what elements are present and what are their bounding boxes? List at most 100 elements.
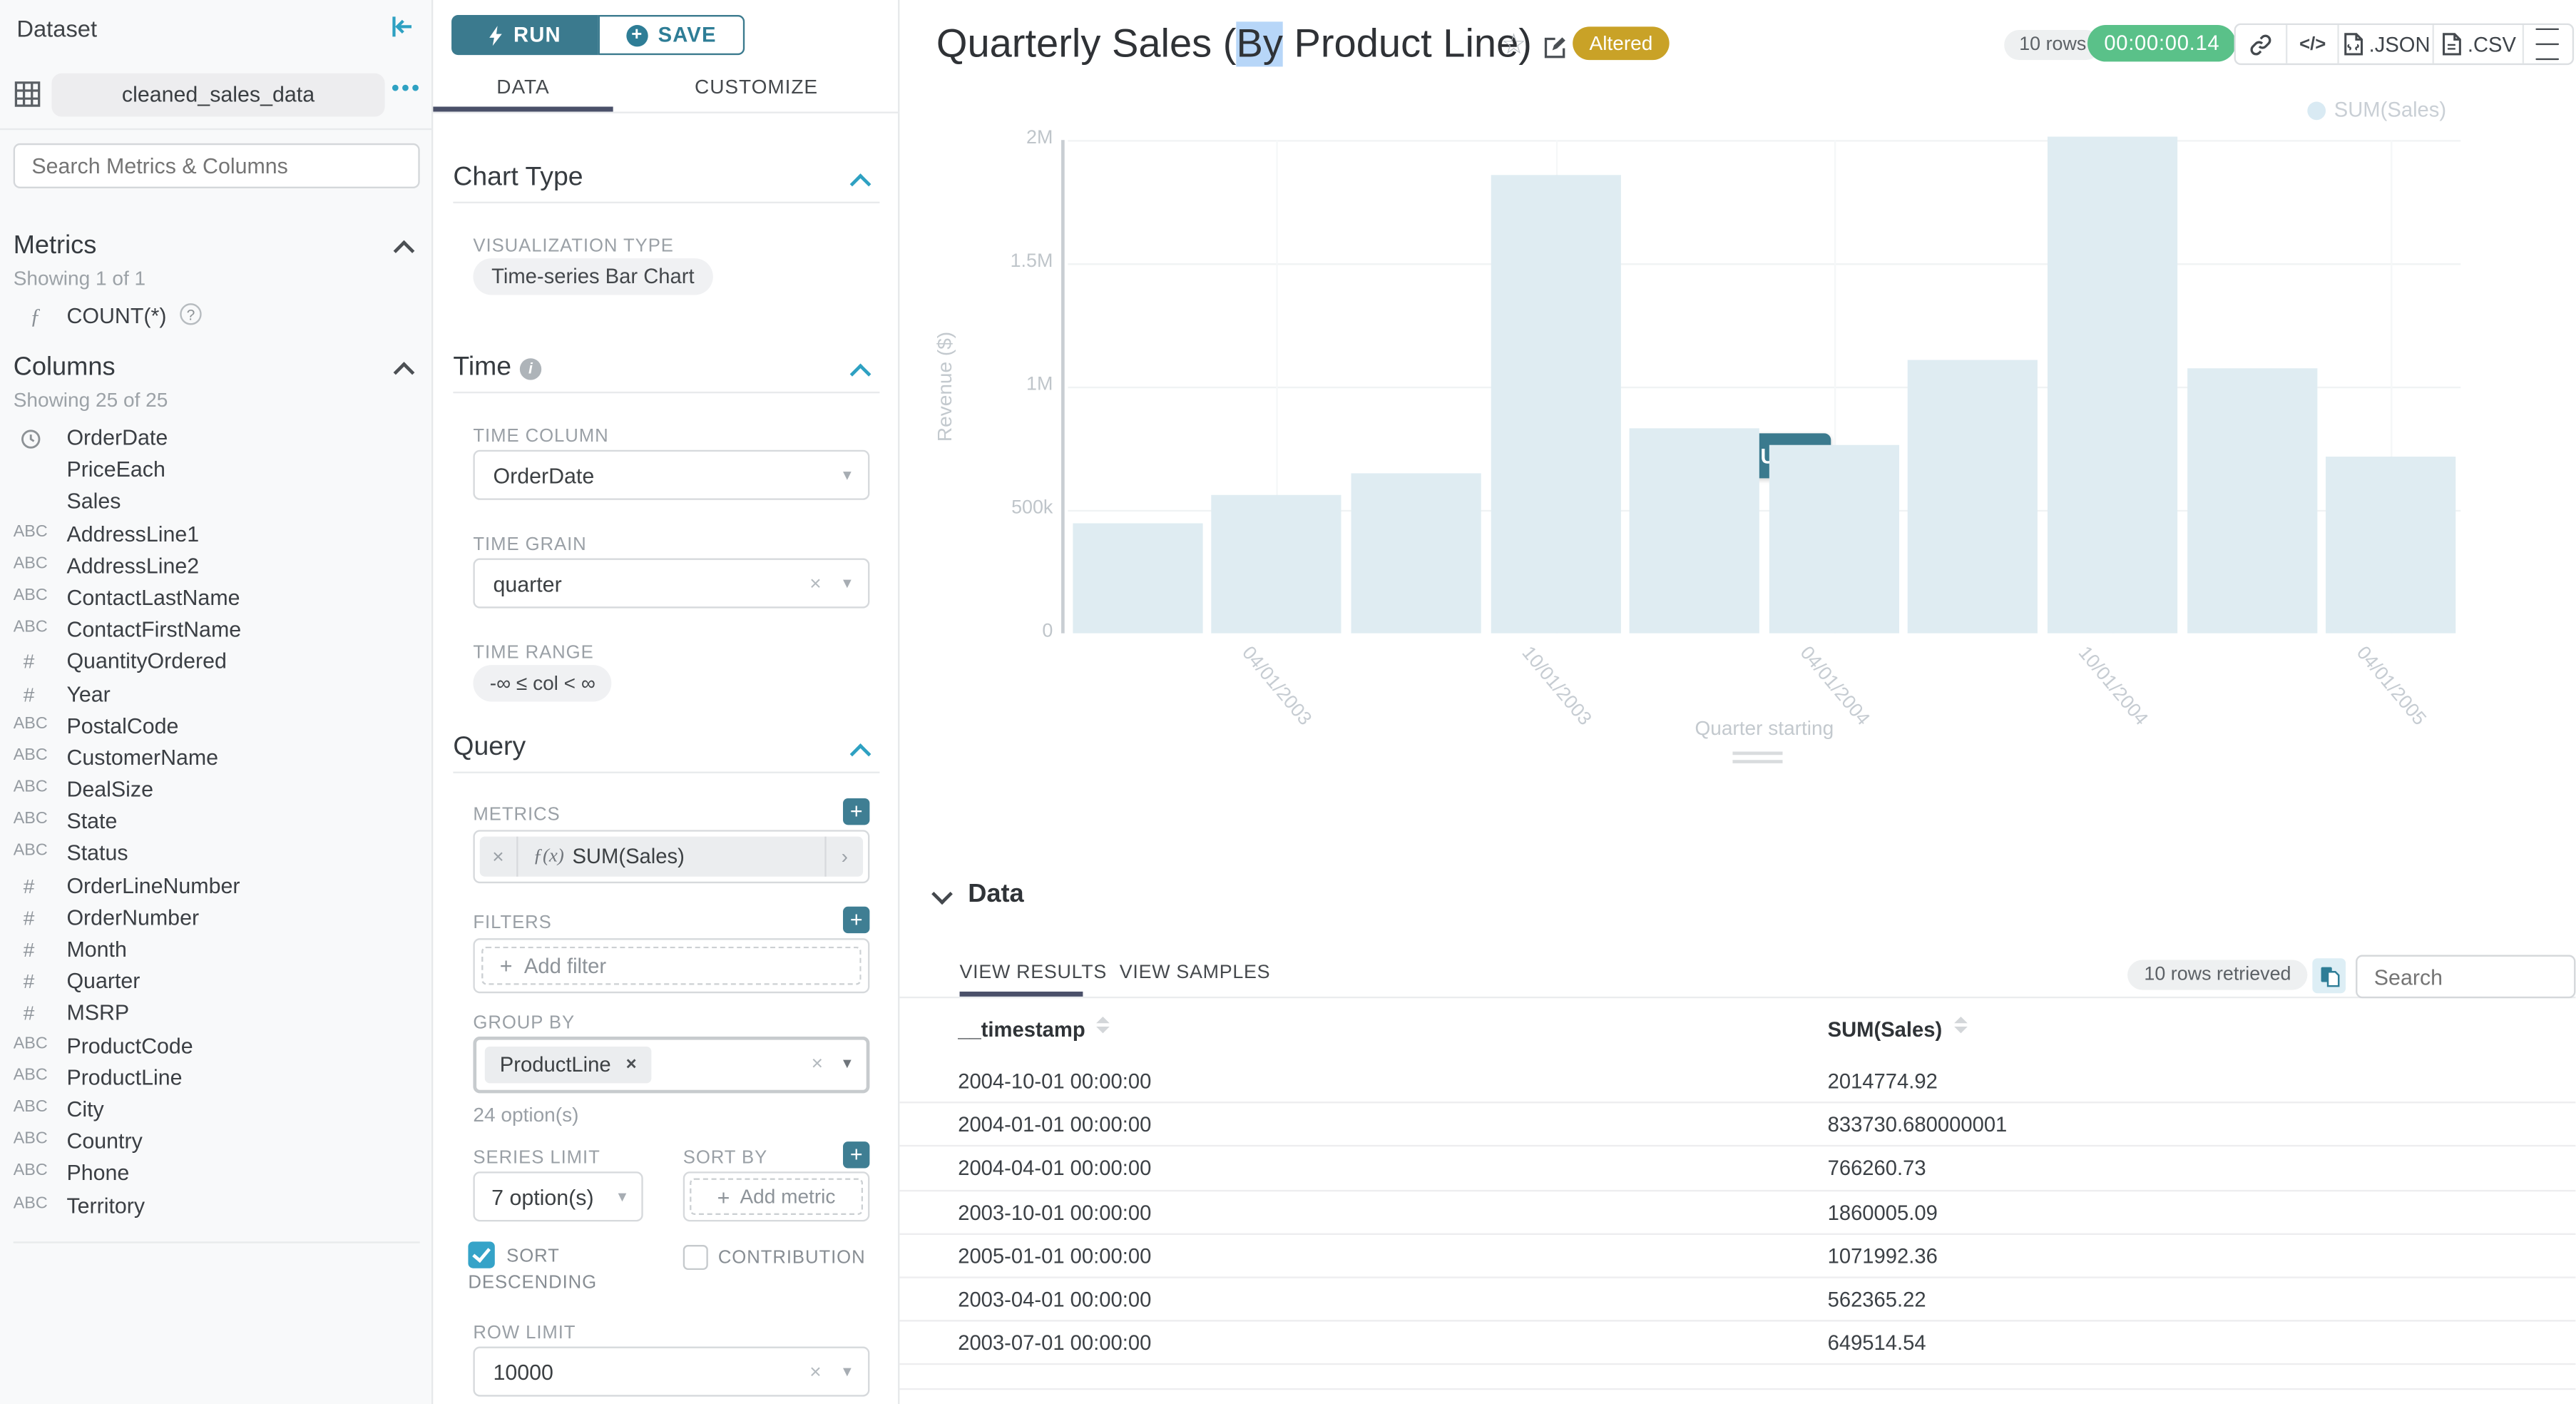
- tab-view-results[interactable]: VIEW RESULTS: [960, 963, 1107, 983]
- save-button[interactable]: + SAVE: [598, 15, 745, 55]
- column-item[interactable]: ABCStatus: [0, 840, 433, 873]
- add-filter-button[interactable]: +Add filter: [481, 947, 862, 985]
- menu-icon[interactable]: [2524, 25, 2572, 63]
- bar[interactable]: [2048, 137, 2177, 634]
- table-row[interactable]: 2004-01-01 00:00:00833730.680000001: [899, 1104, 2575, 1147]
- column-item[interactable]: ABCTerritory: [0, 1192, 433, 1224]
- row-limit-select[interactable]: 10000 × ▾: [473, 1346, 869, 1396]
- table-header-sum-sales[interactable]: SUM(Sales): [1828, 1017, 1968, 1042]
- column-item[interactable]: ABCCity: [0, 1097, 433, 1129]
- add-sort-metric-icon[interactable]: +: [843, 1141, 869, 1168]
- clear-icon[interactable]: ×: [809, 1360, 821, 1383]
- group-by-chip[interactable]: ProductLine ×: [485, 1047, 652, 1083]
- column-item[interactable]: #Year: [0, 681, 433, 713]
- contribution-checkbox[interactable]: [683, 1245, 708, 1270]
- run-button[interactable]: RUN: [451, 15, 598, 55]
- timeseries-bar-chart[interactable]: SUM(Sales) Revenue ($) Quarter starting …: [899, 91, 2575, 758]
- favorite-star-icon[interactable]: ☆: [1501, 29, 1527, 62]
- remove-metric-icon[interactable]: ×: [480, 837, 518, 877]
- column-item[interactable]: #OrderLineNumber: [0, 873, 433, 905]
- series-limit-select[interactable]: 7 option(s) ▾: [473, 1171, 643, 1221]
- search-metrics-columns-input[interactable]: [14, 143, 420, 188]
- time-grain-select[interactable]: quarter × ▾: [473, 559, 869, 609]
- time-collapse-icon[interactable]: [850, 364, 872, 385]
- column-item[interactable]: #MSRP: [0, 1000, 433, 1032]
- add-metric-icon[interactable]: +: [843, 798, 869, 825]
- column-item[interactable]: ABCContactLastName: [0, 585, 433, 617]
- clear-icon[interactable]: ×: [809, 571, 821, 595]
- sort-icon[interactable]: [1097, 1017, 1110, 1033]
- tab-customize[interactable]: CUSTOMIZE: [613, 75, 900, 98]
- column-item[interactable]: ABCState: [0, 809, 433, 841]
- table-row[interactable]: 2003-10-01 00:00:001860005.09: [899, 1191, 2575, 1234]
- columns-collapse-icon[interactable]: [394, 362, 415, 383]
- sort-icon[interactable]: [1954, 1017, 1968, 1033]
- dataset-name[interactable]: cleaned_sales_data: [51, 73, 384, 117]
- page-title[interactable]: Quarterly Sales (By Product Line): [936, 21, 1532, 68]
- collapse-sidebar-icon[interactable]: [390, 15, 415, 39]
- column-item[interactable]: #Quarter: [0, 969, 433, 1001]
- column-item[interactable]: ABCCountry: [0, 1129, 433, 1161]
- column-item[interactable]: ABCCustomerName: [0, 745, 433, 777]
- export-csv-button[interactable]: .CSV: [2435, 25, 2524, 63]
- bar[interactable]: [1908, 360, 2038, 634]
- metric-item[interactable]: ƒ COUNT(*) ?: [0, 302, 433, 332]
- metrics-collapse-icon[interactable]: [394, 240, 415, 262]
- column-item[interactable]: OrderDate: [0, 425, 433, 457]
- help-icon[interactable]: ?: [180, 303, 201, 325]
- bar[interactable]: [2326, 457, 2455, 634]
- chart-type-collapse-icon[interactable]: [850, 173, 872, 195]
- column-item[interactable]: #Month: [0, 937, 433, 969]
- edit-title-icon[interactable]: [1543, 35, 1568, 60]
- query-collapse-icon[interactable]: [850, 743, 872, 765]
- column-item[interactable]: ABCContactFirstName: [0, 617, 433, 649]
- metric-chip[interactable]: × ƒ(x) SUM(Sales) ›: [480, 837, 863, 877]
- table-row[interactable]: 2003-04-01 00:00:00562365.22: [899, 1278, 2575, 1322]
- column-item[interactable]: ABCDealSize: [0, 777, 433, 809]
- copy-data-button[interactable]: [2312, 958, 2346, 993]
- bar[interactable]: [1630, 428, 1759, 633]
- sort-descending-checkbox[interactable]: [468, 1241, 494, 1268]
- bar[interactable]: [1769, 445, 1898, 634]
- table-row[interactable]: 2005-01-01 00:00:001071992.36: [899, 1234, 2575, 1278]
- altered-badge[interactable]: Altered: [1573, 26, 1670, 60]
- data-collapse-icon[interactable]: [931, 883, 953, 905]
- embed-code-button[interactable]: </>: [2288, 25, 2340, 63]
- bar[interactable]: [2187, 368, 2316, 633]
- export-json-button[interactable]: .JSON: [2339, 25, 2435, 63]
- expand-metric-icon[interactable]: ›: [824, 837, 863, 877]
- bar[interactable]: [1212, 495, 1341, 634]
- table-row[interactable]: 2004-04-01 00:00:00766260.73: [899, 1147, 2575, 1191]
- column-item[interactable]: ABCPostalCode: [0, 713, 433, 745]
- column-item[interactable]: ABCAddressLine1: [0, 521, 433, 553]
- chart-legend[interactable]: SUM(Sales): [2307, 98, 2446, 122]
- column-item[interactable]: ABCAddressLine2: [0, 553, 433, 585]
- column-item[interactable]: PriceEach: [0, 457, 433, 489]
- time-column-select[interactable]: OrderDate ▾: [473, 450, 869, 500]
- time-range-value[interactable]: -∞ ≤ col < ∞: [473, 665, 612, 701]
- bar[interactable]: [1491, 175, 1620, 633]
- add-filter-icon[interactable]: +: [843, 907, 869, 933]
- visualization-type-value[interactable]: Time-series Bar Chart: [473, 258, 712, 295]
- clear-icon[interactable]: ×: [812, 1052, 823, 1075]
- panel-resize-handle[interactable]: [1732, 752, 1782, 768]
- remove-chip-icon[interactable]: ×: [626, 1055, 637, 1075]
- column-item[interactable]: Sales: [0, 489, 433, 521]
- column-item[interactable]: ABCProductCode: [0, 1032, 433, 1064]
- table-header-timestamp[interactable]: __timestamp: [958, 1017, 1110, 1042]
- results-table[interactable]: 2004-10-01 00:00:002014774.922004-01-01 …: [899, 1060, 2575, 1403]
- bar[interactable]: [1351, 473, 1481, 633]
- copy-link-button[interactable]: [2236, 25, 2288, 63]
- table-row[interactable]: 2004-10-01 00:00:002014774.92: [899, 1060, 2575, 1104]
- column-item[interactable]: ABCPhone: [0, 1161, 433, 1193]
- group-by-select[interactable]: ProductLine × × ▾: [473, 1037, 869, 1093]
- column-item[interactable]: #OrderNumber: [0, 905, 433, 937]
- column-item[interactable]: ABCProductLine: [0, 1064, 433, 1097]
- tab-data[interactable]: DATA: [433, 75, 613, 98]
- column-item[interactable]: #QuantityOrdered: [0, 648, 433, 681]
- tab-view-samples[interactable]: VIEW SAMPLES: [1120, 963, 1270, 983]
- dataset-more-icon[interactable]: •••: [392, 75, 421, 100]
- data-search-input[interactable]: [2356, 955, 2575, 999]
- table-row[interactable]: 2003-07-01 00:00:00649514.54: [899, 1322, 2575, 1365]
- bar[interactable]: [1073, 524, 1202, 634]
